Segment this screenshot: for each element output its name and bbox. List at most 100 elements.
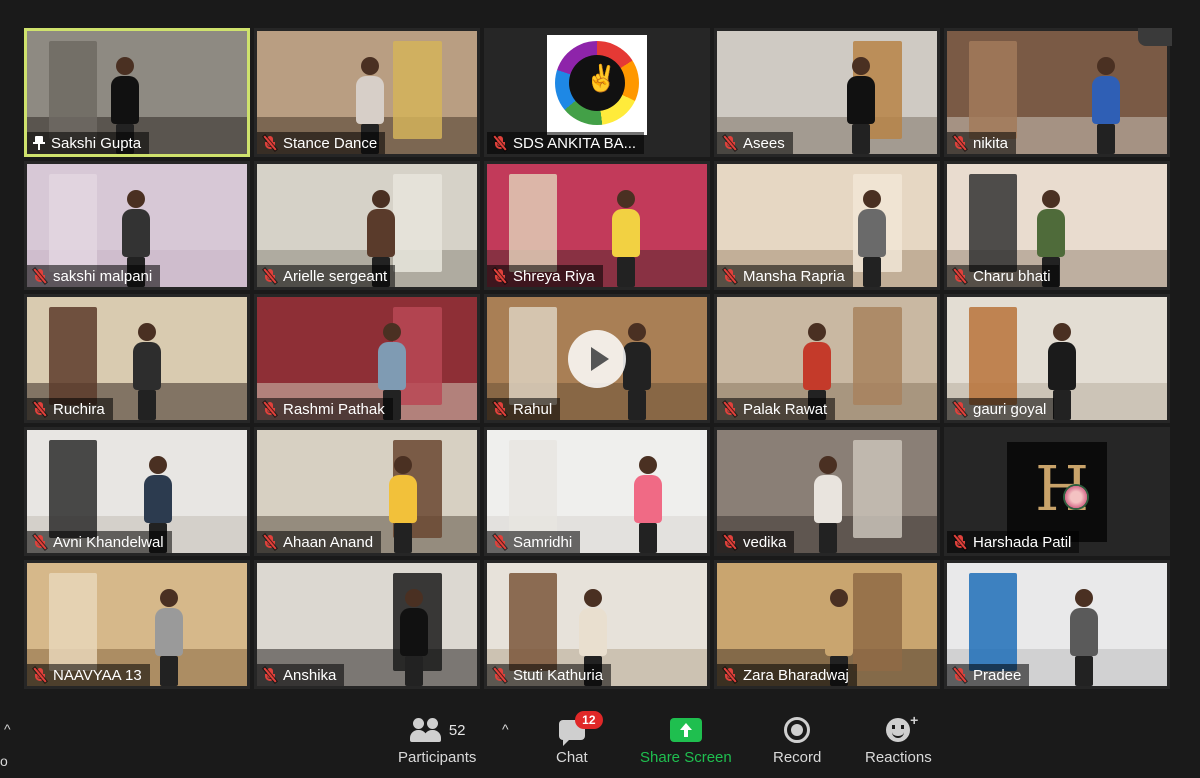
participant-figure bbox=[389, 456, 417, 553]
participant-name: NAAVYAA 13 bbox=[53, 666, 142, 684]
muted-mic-icon bbox=[263, 268, 277, 284]
participant-tile[interactable]: Stuti Kathuria bbox=[484, 560, 710, 689]
reactions-plus: + bbox=[910, 712, 919, 728]
muted-mic-icon bbox=[493, 667, 507, 683]
participant-tile[interactable]: Rahul bbox=[484, 294, 710, 423]
share-screen-button[interactable]: Share Screen bbox=[640, 715, 732, 766]
participant-tile[interactable]: Zara Bharadwaj bbox=[714, 560, 940, 689]
participant-name-bar: Zara Bharadwaj bbox=[717, 664, 857, 686]
participant-tile[interactable]: Ahaan Anand bbox=[254, 427, 480, 556]
play-icon[interactable] bbox=[568, 329, 626, 388]
participant-tile[interactable]: Rashmi Pathak bbox=[254, 294, 480, 423]
participant-figure bbox=[154, 589, 183, 686]
muted-mic-icon bbox=[263, 135, 277, 151]
muted-mic-icon bbox=[723, 401, 737, 417]
participant-tile[interactable]: NAAVYAA 13 bbox=[24, 560, 250, 689]
participant-name: Arielle sergeant bbox=[283, 267, 388, 285]
participant-name-bar: Mansha Rapria bbox=[717, 265, 853, 287]
participants-options-caret[interactable]: ^ bbox=[502, 721, 509, 737]
participant-tile[interactable]: Ruchira bbox=[24, 294, 250, 423]
record-label: Record bbox=[773, 749, 822, 766]
participant-name: Shreya Riya bbox=[513, 267, 595, 285]
participant-name: Rahul bbox=[513, 400, 553, 418]
muted-mic-icon bbox=[493, 401, 507, 417]
share-screen-icon bbox=[669, 718, 702, 742]
participants-icon bbox=[409, 718, 443, 742]
participant-tile[interactable]: Stance Dance bbox=[254, 28, 480, 157]
reactions-icon: + bbox=[886, 712, 918, 742]
participant-tile[interactable]: Asees bbox=[714, 28, 940, 157]
participant-name-bar: Avni Khandelwal bbox=[27, 531, 172, 553]
participant-name-bar: Shreya Riya bbox=[487, 265, 603, 287]
participant-figure bbox=[846, 57, 875, 154]
chat-label: Chat bbox=[556, 749, 588, 766]
video-label-fragment: o bbox=[0, 753, 8, 769]
chat-button[interactable]: 12 Chat bbox=[556, 711, 603, 766]
participant-tile[interactable]: gauri goyal bbox=[944, 294, 1170, 423]
participant-name: Harshada Patil bbox=[973, 533, 1072, 551]
reactions-icon-wrap: + bbox=[886, 712, 918, 745]
participant-figure bbox=[612, 190, 641, 287]
participant-name: Ahaan Anand bbox=[283, 533, 374, 551]
record-icon-wrap bbox=[784, 715, 811, 745]
participant-tile[interactable]: Anshika bbox=[254, 560, 480, 689]
view-options-corner[interactable] bbox=[1138, 28, 1172, 46]
participant-figure bbox=[857, 190, 886, 287]
muted-mic-icon bbox=[493, 135, 507, 151]
participant-name-bar: Rahul bbox=[487, 398, 561, 420]
participant-tile[interactable]: Sakshi Gupta bbox=[24, 28, 250, 157]
record-button[interactable]: Record bbox=[773, 715, 821, 766]
participant-tile[interactable]: Shreya Riya bbox=[484, 161, 710, 290]
muted-mic-icon bbox=[263, 667, 277, 683]
muted-mic-icon bbox=[263, 534, 277, 550]
gallery-view-grid: Sakshi Gupta Stance Dance ✌ SDS ANKITA BA..… bbox=[24, 28, 1172, 691]
muted-mic-icon bbox=[723, 534, 737, 550]
participant-name-bar: Samridhi bbox=[487, 531, 581, 553]
participants-label: Participants bbox=[398, 749, 477, 766]
chat-unread-badge: 12 bbox=[574, 711, 603, 729]
participant-tile[interactable]: sakshi malpani bbox=[24, 161, 250, 290]
participant-tile[interactable]: Palak Rawat bbox=[714, 294, 940, 423]
participant-name: Charu bhati bbox=[973, 267, 1051, 285]
participant-figure bbox=[132, 323, 161, 420]
participant-name-bar: nikita bbox=[947, 132, 1017, 154]
participant-name-bar: Pradee bbox=[947, 664, 1030, 686]
participants-button[interactable]: 52 Participants bbox=[398, 715, 476, 766]
participant-name-bar: Charu bhati bbox=[947, 265, 1059, 287]
muted-mic-icon bbox=[33, 534, 47, 550]
participant-tile[interactable]: nikita bbox=[944, 28, 1170, 157]
participant-name: Ruchira bbox=[53, 400, 105, 418]
participant-name: Stance Dance bbox=[283, 134, 378, 152]
participant-name: Stuti Kathuria bbox=[513, 666, 604, 684]
audio-options-caret[interactable]: ^ bbox=[4, 721, 11, 737]
muted-mic-icon bbox=[953, 268, 967, 284]
participant-name-bar: Ruchira bbox=[27, 398, 113, 420]
participant-tile[interactable]: vedika bbox=[714, 427, 940, 556]
participant-tile[interactable]: H Harshada Patil bbox=[944, 427, 1170, 556]
participant-name: Sakshi Gupta bbox=[51, 134, 142, 152]
participant-figure bbox=[634, 456, 663, 553]
participant-name: Pradee bbox=[973, 666, 1022, 684]
participant-tile[interactable]: Mansha Rapria bbox=[714, 161, 940, 290]
participant-figure bbox=[623, 323, 652, 420]
participant-figure bbox=[1070, 589, 1099, 686]
reactions-button[interactable]: + Reactions bbox=[865, 712, 932, 766]
participant-tile[interactable]: Pradee bbox=[944, 560, 1170, 689]
participant-tile[interactable]: Samridhi bbox=[484, 427, 710, 556]
participant-tile[interactable]: ✌ SDS ANKITA BA... bbox=[484, 28, 710, 157]
participant-name-bar: Harshada Patil bbox=[947, 531, 1080, 553]
participant-name-bar: Sakshi Gupta bbox=[27, 132, 150, 154]
participant-tile[interactable]: Avni Khandelwal bbox=[24, 427, 250, 556]
participant-name-bar: SDS ANKITA BA... bbox=[487, 132, 645, 154]
participant-name-bar: gauri goyal bbox=[947, 398, 1055, 420]
record-icon bbox=[784, 717, 811, 743]
reactions-label: Reactions bbox=[865, 749, 932, 766]
participant-name-bar: Asees bbox=[717, 132, 793, 154]
pin-icon bbox=[33, 136, 45, 150]
participant-name: gauri goyal bbox=[973, 400, 1047, 418]
chat-icon-wrap: 12 bbox=[558, 711, 603, 746]
participant-tile[interactable]: Arielle sergeant bbox=[254, 161, 480, 290]
participant-tile[interactable]: Charu bhati bbox=[944, 161, 1170, 290]
muted-mic-icon bbox=[953, 401, 967, 417]
participant-name-bar: Arielle sergeant bbox=[257, 265, 396, 287]
